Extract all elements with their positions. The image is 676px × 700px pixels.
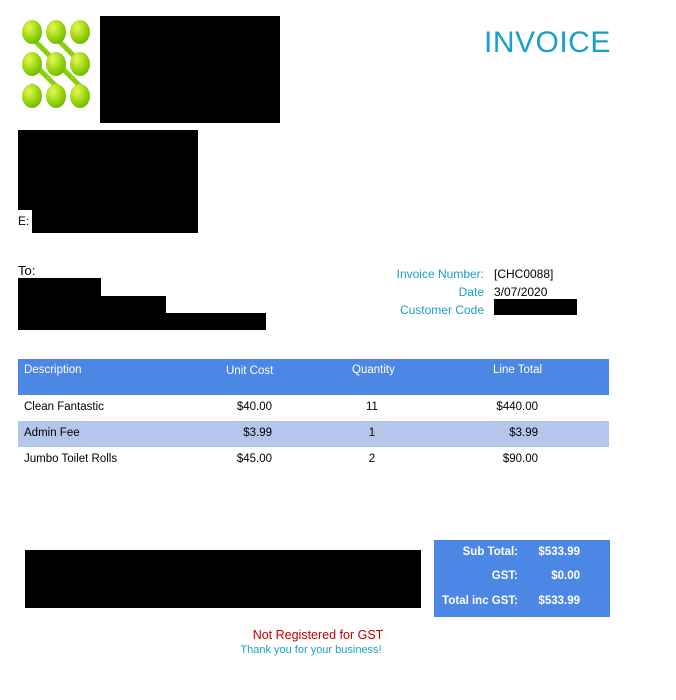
invoice-meta: Invoice Number: [CHC0088] Date 3/07/2020…: [340, 265, 554, 319]
date-label: Date: [458, 285, 484, 299]
row-unit-cost: $3.99: [243, 427, 272, 439]
header-description: Description: [24, 364, 82, 376]
total-value: $533.99: [538, 595, 580, 607]
row-unit-cost: $45.00: [236, 453, 272, 465]
subtotal-value: $533.99: [538, 546, 580, 558]
invoice-number-value: [CHC0088]: [494, 267, 554, 281]
invoice-number-row: Invoice Number: [CHC0088]: [340, 265, 554, 283]
gst-label: GST:: [491, 570, 518, 582]
email-label: E:: [18, 214, 30, 228]
total-row: Total inc GST: $533.99: [434, 595, 610, 611]
row-quantity: 11: [366, 401, 378, 413]
row-description: Clean Fantastic: [24, 401, 104, 413]
header-quantity: Quantity: [352, 364, 395, 376]
header-unit-cost: Unit Cost: [226, 365, 274, 377]
date-value: 3/07/2020: [494, 285, 548, 299]
row-quantity: 1: [368, 427, 376, 439]
redacted-recipient-line-3: [18, 313, 266, 330]
row-unit-cost: $40.00: [236, 401, 272, 413]
redacted-payment-details: [25, 550, 421, 608]
invoice-title: INVOICE: [484, 26, 611, 59]
company-logo: [18, 18, 96, 110]
header-line-total: Line Total: [493, 364, 543, 376]
redacted-sender-address: [18, 130, 198, 210]
redacted-recipient-line-2: [18, 296, 166, 314]
thank-you-note: Thank you for your business!: [240, 644, 382, 656]
customer-code-label: Customer Code: [399, 303, 484, 317]
totals-box: Sub Total: $533.99 GST: $0.00 Total inc …: [434, 540, 610, 617]
total-label: Total inc GST:: [442, 595, 518, 607]
redacted-recipient-line-1: [18, 278, 101, 298]
redacted-company-name: [100, 16, 280, 123]
invoice-number-label: Invoice Number:: [396, 267, 484, 281]
green-dots-logo-icon: [22, 20, 90, 108]
row-line-total: $440.00: [496, 401, 538, 413]
table-row: Admin Fee $3.99 1 $3.99: [18, 421, 609, 447]
row-description: Jumbo Toilet Rolls: [24, 453, 118, 465]
customer-code-row: Customer Code: [340, 301, 553, 319]
date-row: Date 3/07/2020: [340, 283, 553, 301]
row-line-total: $3.99: [509, 427, 538, 439]
row-line-total: $90.00: [502, 453, 538, 465]
gst-row: GST: $0.00: [434, 570, 610, 586]
subtotal-label: Sub Total:: [462, 546, 518, 558]
row-quantity: 2: [368, 453, 376, 465]
row-description: Admin Fee: [24, 427, 80, 439]
table-row: Clean Fantastic $40.00 11 $440.00: [18, 395, 609, 421]
redacted-sender-email: [32, 210, 198, 233]
gst-value: $0.00: [551, 570, 580, 582]
table-header: Description Unit Cost Quantity Line Tota…: [18, 359, 609, 395]
line-items-table: Description Unit Cost Quantity Line Tota…: [18, 359, 609, 473]
subtotal-row: Sub Total: $533.99: [434, 546, 610, 562]
gst-note: Not Registered for GST: [252, 628, 384, 642]
table-row: Jumbo Toilet Rolls $45.00 2 $90.00: [18, 447, 609, 473]
to-label: To:: [18, 263, 36, 278]
